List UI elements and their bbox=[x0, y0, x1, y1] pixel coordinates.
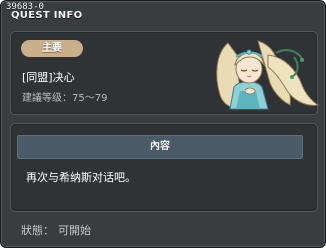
recommended-level-value: 75～79 bbox=[72, 93, 108, 104]
quest-content-panel: 內容 再次与希纳斯对话吧。 bbox=[10, 123, 318, 212]
recommended-level: 建議等级：75～79 bbox=[22, 89, 107, 104]
status-label: 狀態： bbox=[21, 224, 54, 237]
npc-portrait-icon bbox=[216, 40, 320, 110]
quest-status: 狀態： 可開始 bbox=[21, 222, 91, 238]
quest-type-badge: 主要 bbox=[21, 40, 83, 57]
quest-info-window: 39683-0 QUEST INFO 主要 [同盟]决心 建議等级：75～79 bbox=[0, 0, 326, 248]
quest-name: [同盟]决心 bbox=[22, 71, 75, 84]
window-title: QUEST INFO bbox=[11, 10, 83, 21]
status-value: 可開始 bbox=[58, 224, 91, 237]
content-header: 內容 bbox=[17, 135, 303, 159]
content-text: 再次与希纳斯对话吧。 bbox=[26, 171, 136, 184]
recommended-level-label: 建議等级： bbox=[22, 93, 72, 104]
